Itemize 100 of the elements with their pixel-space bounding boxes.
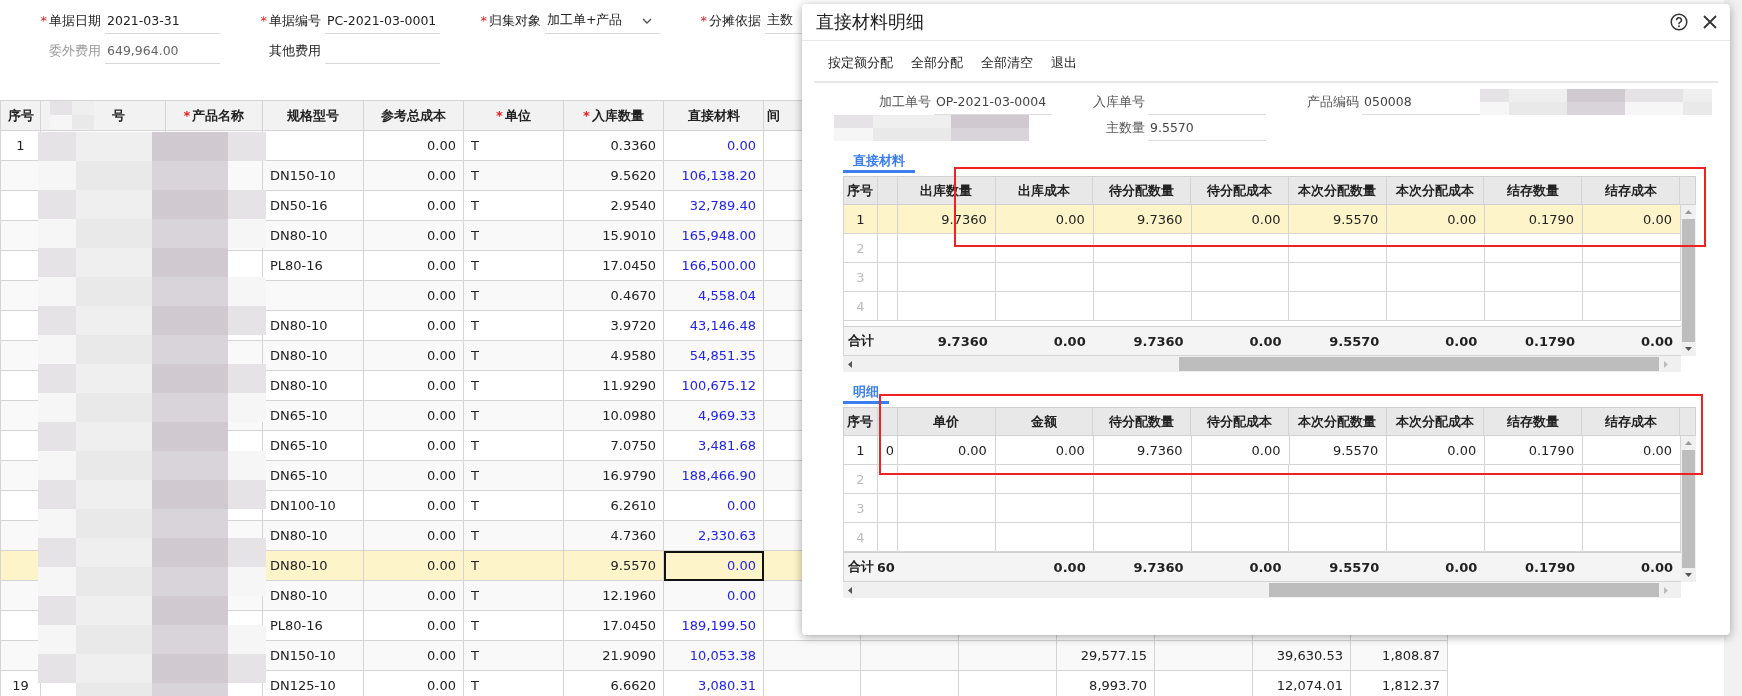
table-cell: 0.00 (995, 436, 1094, 465)
table-cell: T (463, 460, 564, 491)
amount-cell[interactable]: 188,466.90 (663, 460, 764, 491)
column-header: 待分配成本 (1191, 408, 1289, 435)
text-field[interactable]: OP-2021-03-0004 (934, 89, 1052, 115)
table-cell: 0.00 (363, 550, 464, 581)
table-cell: 0.00 (363, 490, 464, 521)
scrollbar-track[interactable] (1681, 205, 1696, 356)
table-cell: 0.00 (363, 220, 464, 251)
amount-cell[interactable]: 0.00 (663, 550, 764, 581)
table-cell: 0.00 (363, 340, 464, 371)
table-cell: 0.00 (363, 310, 464, 341)
amount-cell[interactable]: 2,330.63 (663, 520, 764, 551)
scrollbar-track[interactable] (843, 356, 1681, 372)
table-cell: 3.9720 (563, 310, 664, 341)
toolbar-button[interactable]: 按定额分配 (820, 51, 901, 75)
table-cell: 0.1790 (1485, 436, 1584, 465)
amount-cell[interactable]: 0.00 (663, 130, 764, 161)
text-field[interactable]: PC-2021-03-0001 (325, 8, 440, 34)
table-cell: 9.5570 (1289, 436, 1388, 465)
column-header: 本次分配成本 (1386, 408, 1485, 435)
table-cell: 12.1960 (563, 580, 664, 611)
table-cell: 0.00 (1191, 205, 1290, 234)
toolbar-button[interactable]: 退出 (1043, 51, 1085, 75)
column-header: 结存数量 (1484, 177, 1583, 204)
amount-cell[interactable]: 100,675.12 (663, 370, 764, 401)
table-cell: 0 (877, 436, 898, 465)
scrollbar-track[interactable] (1681, 436, 1696, 582)
select-field[interactable]: 加工单+产品 (545, 8, 660, 34)
table-cell: DN80-10 (262, 580, 364, 611)
amount-cell[interactable]: 0.00 (663, 490, 764, 521)
field-label: 产品编码 (1306, 93, 1360, 111)
field-label: 加工单号 (878, 93, 932, 111)
amount-cell[interactable]: 10,053.38 (663, 640, 764, 671)
table-cell: 0.00 (363, 160, 464, 191)
scrollbar-thumb[interactable] (1682, 450, 1695, 568)
dialog-title: 直接材料明细 (816, 10, 924, 34)
scrollbar-thumb[interactable] (1179, 357, 1659, 371)
scrollbar-track[interactable] (843, 582, 1681, 598)
scrollbar-thumb[interactable] (1682, 219, 1695, 342)
toolbar-button[interactable]: 全部清空 (973, 51, 1041, 75)
table-cell: T (463, 430, 564, 461)
amount-cell[interactable]: 189,199.50 (663, 610, 764, 641)
table-cell: T (463, 130, 564, 161)
table-cell: T (463, 610, 564, 641)
table-cell: DN150-10 (262, 160, 364, 191)
close-icon[interactable] (1702, 14, 1718, 30)
table-cell: 0.00 (363, 580, 464, 611)
field-label: *归集对象 (479, 12, 542, 30)
text-field[interactable]: 2021-03-31 (105, 8, 220, 34)
field-label: *单据日期 (39, 12, 102, 30)
column-header: 待分配数量 (1093, 408, 1192, 435)
column-header: 结存数量 (1484, 408, 1583, 435)
table-cell: 0.00 (363, 520, 464, 551)
table-cell: 15.9010 (563, 220, 664, 251)
scrollbar-thumb[interactable] (1269, 583, 1659, 597)
table-cell: 29,577.15 (1056, 640, 1155, 671)
table-cell: 0.00 (363, 130, 464, 161)
tab[interactable]: 明细 (843, 382, 889, 404)
amount-cell[interactable]: 4,969.33 (663, 400, 764, 431)
table-cell: T (463, 520, 564, 551)
table-cell: DN65-10 (262, 400, 364, 431)
amount-cell[interactable]: 4,558.04 (663, 280, 764, 311)
row-number: 3 (844, 263, 878, 292)
table-cell: T (463, 640, 564, 671)
amount-cell[interactable]: 166,500.00 (663, 250, 764, 281)
table-cell: 0.00 (1387, 436, 1486, 465)
text-field[interactable]: 9.5570 (1148, 115, 1266, 141)
table-cell: 9.5570 (563, 550, 664, 581)
table-cell: 0.00 (363, 430, 464, 461)
table-cell: 1,808.87 (1350, 640, 1448, 671)
table-cell: 0.00 (363, 640, 464, 671)
column-header: 结存成本 (1582, 177, 1680, 204)
column-header: 结存成本 (1582, 408, 1680, 435)
amount-cell[interactable]: 43,146.48 (663, 310, 764, 341)
amount-cell[interactable]: 106,138.20 (663, 160, 764, 191)
amount-cell[interactable]: 32,789.40 (663, 190, 764, 221)
field-label: 主数量 (1105, 119, 1146, 137)
grid-row[interactable]: 1 0 0.00 0.00 9.7360 0.00 9.5570 0.00 0.1790 0.00 (844, 436, 1681, 465)
table-cell: DN80-10 (262, 220, 364, 251)
column-header: 出库成本 (995, 177, 1094, 204)
amount-cell[interactable]: 54,851.35 (663, 340, 764, 371)
help-icon[interactable] (1670, 13, 1688, 31)
table-cell: 0.00 (363, 400, 464, 431)
row-number: 2 (844, 465, 878, 494)
amount-cell[interactable]: 0.00 (663, 580, 764, 611)
amount-cell[interactable]: 165,948.00 (663, 220, 764, 251)
table-cell: 9.7360 (1093, 436, 1192, 465)
column-header: 本次分配成本 (1386, 177, 1485, 204)
amount-cell[interactable]: 3,481.68 (663, 430, 764, 461)
table-cell: 0.1790 (1485, 205, 1584, 234)
table-cell: T (463, 280, 564, 311)
column-header: *产品名称 (165, 100, 263, 131)
tab[interactable]: 直接材料 (843, 151, 915, 173)
table-cell: 10.0980 (563, 400, 664, 431)
table-cell: T (463, 370, 564, 401)
text-field[interactable]: 050008 (1362, 89, 1480, 115)
toolbar-button[interactable]: 全部分配 (903, 51, 971, 75)
table-cell: T (463, 250, 564, 281)
table-cell: T (463, 220, 564, 251)
